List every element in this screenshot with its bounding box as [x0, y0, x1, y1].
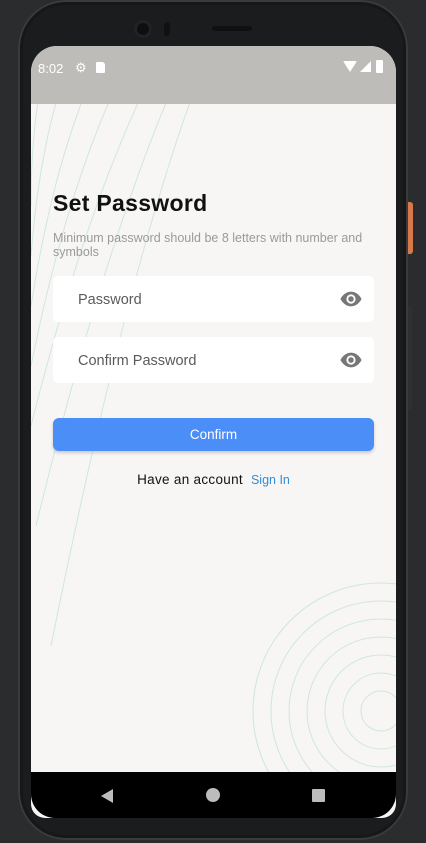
home-icon[interactable]: [206, 788, 220, 802]
page-subtitle: Minimum password should be 8 letters wit…: [53, 231, 363, 259]
proximity-sensor: [164, 22, 170, 36]
eye-icon[interactable]: [340, 351, 362, 369]
volume-button: [408, 306, 412, 410]
status-time: 8:02: [38, 61, 64, 76]
recent-apps-icon[interactable]: [312, 789, 325, 802]
navigation-bar: [31, 772, 396, 818]
have-account-label: Have an account: [137, 472, 243, 487]
wifi-icon: [343, 61, 357, 72]
page-title: Set Password: [53, 190, 208, 216]
sd-card-icon: [96, 62, 105, 73]
confirm-button[interactable]: Confirm: [53, 418, 374, 451]
password-field: [53, 276, 374, 324]
status-bar: 8:02 ⚙: [31, 46, 396, 104]
confirm-password-field: [53, 337, 374, 385]
sign-in-link[interactable]: Sign In: [251, 473, 290, 487]
settings-icon: ⚙: [75, 60, 87, 75]
password-input[interactable]: [76, 276, 330, 324]
earpiece-speaker: [212, 26, 252, 31]
screen: 8:02 ⚙ Set Password Minimum password sho…: [31, 46, 396, 818]
account-row: Have an account Sign In: [31, 472, 396, 487]
eye-icon[interactable]: [340, 290, 362, 308]
battery-icon: [376, 60, 383, 73]
power-button: [408, 202, 413, 254]
back-icon[interactable]: [101, 789, 113, 803]
status-indicators: [343, 60, 389, 74]
confirm-password-input[interactable]: [76, 337, 330, 385]
front-camera: [134, 20, 152, 38]
cell-signal-icon: [360, 61, 371, 72]
header: Set Password Minimum password should be …: [53, 190, 374, 259]
